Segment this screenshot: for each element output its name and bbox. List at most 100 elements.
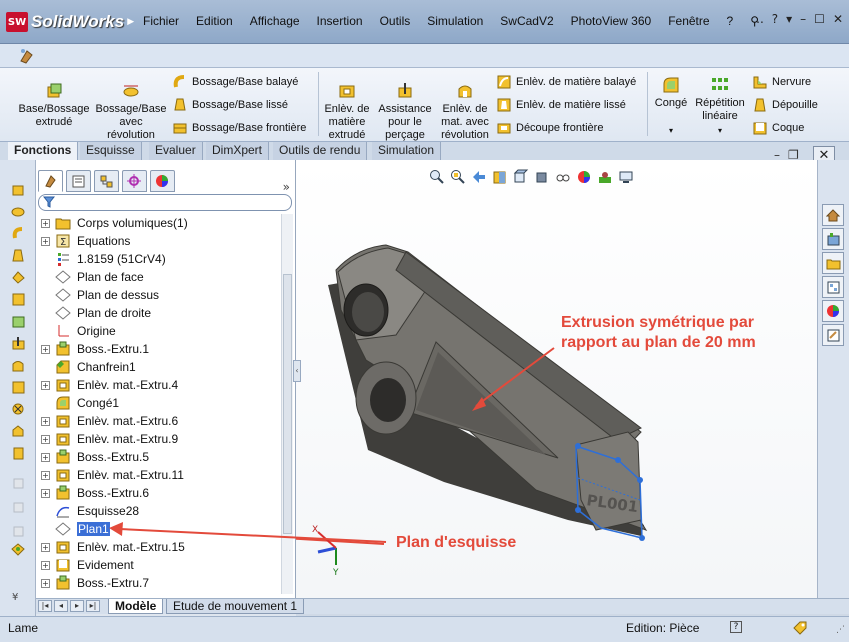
enlev-lisse-button[interactable]: Enlèv. de matière lissé xyxy=(496,97,626,113)
expand-toggle-icon[interactable]: + xyxy=(41,453,50,462)
tab-modele[interactable]: Modèle xyxy=(108,599,164,614)
expand-toggle-icon[interactable]: + xyxy=(41,471,50,480)
more-button[interactable]: .. xyxy=(756,12,764,26)
nervure-button[interactable]: Nervure xyxy=(752,74,811,90)
tree-item[interactable]: Plan de face xyxy=(36,268,282,286)
tree-item[interactable]: + Enlèv. mat.-Extru.11 xyxy=(36,466,282,484)
tree-filter-input[interactable] xyxy=(38,194,292,211)
status-help-button[interactable]: ? xyxy=(730,621,742,633)
expand-toggle-icon[interactable]: + xyxy=(41,219,50,228)
dropdown-button[interactable]: ▾ xyxy=(786,12,792,26)
prev-tab-icon[interactable]: ◂ xyxy=(54,600,68,612)
tree-item[interactable]: + Enlèv. mat.-Extru.4 xyxy=(36,376,282,394)
maximize-button[interactable]: ☐ xyxy=(814,12,825,26)
tree-item[interactable]: + Evidement xyxy=(36,556,282,574)
extrude-tool-icon[interactable] xyxy=(11,182,26,197)
tab-display-manager[interactable] xyxy=(150,170,175,192)
expand-toggle-icon[interactable]: + xyxy=(41,579,50,588)
expand-toggle-icon[interactable]: + xyxy=(41,381,50,390)
sketch-point[interactable] xyxy=(637,477,643,483)
sketch-point[interactable] xyxy=(615,457,621,463)
boundary-tool-icon[interactable] xyxy=(11,270,26,285)
last-tab-icon[interactable]: ▸| xyxy=(86,600,100,612)
menu-simulation[interactable]: Simulation xyxy=(427,14,483,28)
panel-collapse-handle[interactable]: ‹ xyxy=(293,360,301,382)
tree-item[interactable]: + Boss.-Extru.5 xyxy=(36,448,282,466)
wrap-tool-icon[interactable] xyxy=(11,402,26,417)
close-button[interactable]: ✕ xyxy=(833,12,843,26)
split-tool-icon[interactable] xyxy=(11,500,26,515)
minimize-button[interactable]: – xyxy=(800,12,806,26)
tree-item[interactable]: + Enlèv. mat.-Extru.6 xyxy=(36,412,282,430)
thicken-tool-icon[interactable] xyxy=(11,292,26,307)
tab-fonctions[interactable]: Fonctions xyxy=(8,142,79,160)
menu-photoview[interactable]: PhotoView 360 xyxy=(571,14,652,28)
menu-help[interactable]: ? xyxy=(727,14,734,28)
enlev-revolution-button[interactable]: Enlèv. de mat. avec révolution xyxy=(438,82,492,142)
menu-outils[interactable]: Outils xyxy=(380,14,411,28)
tab-simulation[interactable]: Simulation xyxy=(372,142,442,160)
tree-item[interactable]: Congé1 xyxy=(36,394,282,412)
tree-item[interactable]: Chanfrein1 xyxy=(36,358,282,376)
expand-toggle-icon[interactable]: + xyxy=(41,435,50,444)
tree-item[interactable]: + Boss.-Extru.7 xyxy=(36,574,282,592)
tree-item[interactable]: + Boss.-Extru.6 xyxy=(36,484,282,502)
revolved-cut-tool-icon[interactable] xyxy=(11,358,26,373)
next-tab-icon[interactable]: ▸ xyxy=(70,600,84,612)
bossage-revolution-button[interactable]: Bossage/Base avec révolution xyxy=(95,82,167,142)
expand-toggle-icon[interactable]: + xyxy=(41,417,50,426)
sketch-point[interactable] xyxy=(639,535,645,541)
tab-outils-rendu[interactable]: Outils de rendu xyxy=(273,142,368,160)
tab-feature-manager[interactable] xyxy=(38,170,63,192)
expand-toggle-icon[interactable]: + xyxy=(41,489,50,498)
bossage-balaye-button[interactable]: Bossage/Base balayé xyxy=(172,74,298,90)
tab-esquisse[interactable]: Esquisse xyxy=(80,142,142,160)
conge-button[interactable]: Congé ▾ xyxy=(651,76,691,137)
loft-tool-icon[interactable] xyxy=(11,248,26,263)
revolve-tool-icon[interactable] xyxy=(11,204,26,219)
tree-item[interactable]: Plan de dessus xyxy=(36,286,282,304)
expand-toggle-icon[interactable]: + xyxy=(41,561,50,570)
flex-tool-icon[interactable] xyxy=(11,446,26,461)
combine-tool-icon[interactable] xyxy=(11,524,26,539)
tab-property-manager[interactable] xyxy=(66,170,91,192)
menu-affichage[interactable]: Affichage xyxy=(250,14,300,28)
tree-item[interactable]: 1.8159 (51CrV4) xyxy=(36,250,282,268)
tree-item[interactable]: + Enlèv. mat.-Extru.9 xyxy=(36,430,282,448)
enlev-balaye-button[interactable]: Enlèv. de matière balayé xyxy=(496,74,636,90)
menu-swcadv2[interactable]: SwCadV2 xyxy=(500,14,553,28)
assistance-percage-button[interactable]: Assistance pour le perçage xyxy=(376,82,434,142)
depouille-button[interactable]: Dépouille xyxy=(752,97,818,113)
enlev-extrude-button[interactable]: Enlèv. de matière extrudé xyxy=(322,82,372,142)
task-file-explorer-button[interactable] xyxy=(822,252,844,274)
task-custom-properties-button[interactable] xyxy=(822,324,844,346)
tag-icon[interactable] xyxy=(792,620,808,636)
menu-fenetre[interactable]: Fenêtre xyxy=(668,14,709,28)
tree-item[interactable]: Origine xyxy=(36,322,282,340)
rebuild-icon[interactable] xyxy=(18,47,36,65)
tab-etude-mouvement[interactable]: Etude de mouvement 1 xyxy=(166,599,305,614)
menu-edition[interactable]: Edition xyxy=(196,14,233,28)
expand-toggle-icon[interactable]: + xyxy=(41,345,50,354)
task-home-button[interactable] xyxy=(822,204,844,226)
hole-tool-icon[interactable] xyxy=(11,336,26,351)
cut-tool-icon[interactable] xyxy=(11,314,26,329)
tab-dimxpert-manager[interactable] xyxy=(122,170,147,192)
bossage-lisse-button[interactable]: Bossage/Base lissé xyxy=(172,97,288,113)
expand-toggle-icon[interactable]: + xyxy=(41,543,50,552)
scrollbar-thumb[interactable] xyxy=(283,274,292,534)
menu-fichier[interactable]: Fichier xyxy=(143,14,179,28)
resize-grip-icon[interactable]: ⋰ xyxy=(836,625,845,635)
help-button[interactable]: ? xyxy=(772,12,778,26)
tab-evaluer[interactable]: Evaluer xyxy=(149,142,203,160)
tree-item[interactable]: + Corps volumiques(1) xyxy=(36,214,282,232)
logo-arrow-icon[interactable]: ▶ xyxy=(127,17,134,27)
sweep-tool-icon[interactable] xyxy=(11,226,26,241)
indent-tool-icon[interactable] xyxy=(11,542,26,557)
tab-dimxpert[interactable]: DimXpert xyxy=(206,142,270,160)
repetition-lineaire-button[interactable]: Répétition linéaire ▾ xyxy=(694,76,746,137)
task-appearances-button[interactable] xyxy=(822,300,844,322)
swept-cut-tool-icon[interactable] xyxy=(11,380,26,395)
task-view-palette-button[interactable] xyxy=(822,276,844,298)
dome-tool-icon[interactable] xyxy=(11,424,26,439)
